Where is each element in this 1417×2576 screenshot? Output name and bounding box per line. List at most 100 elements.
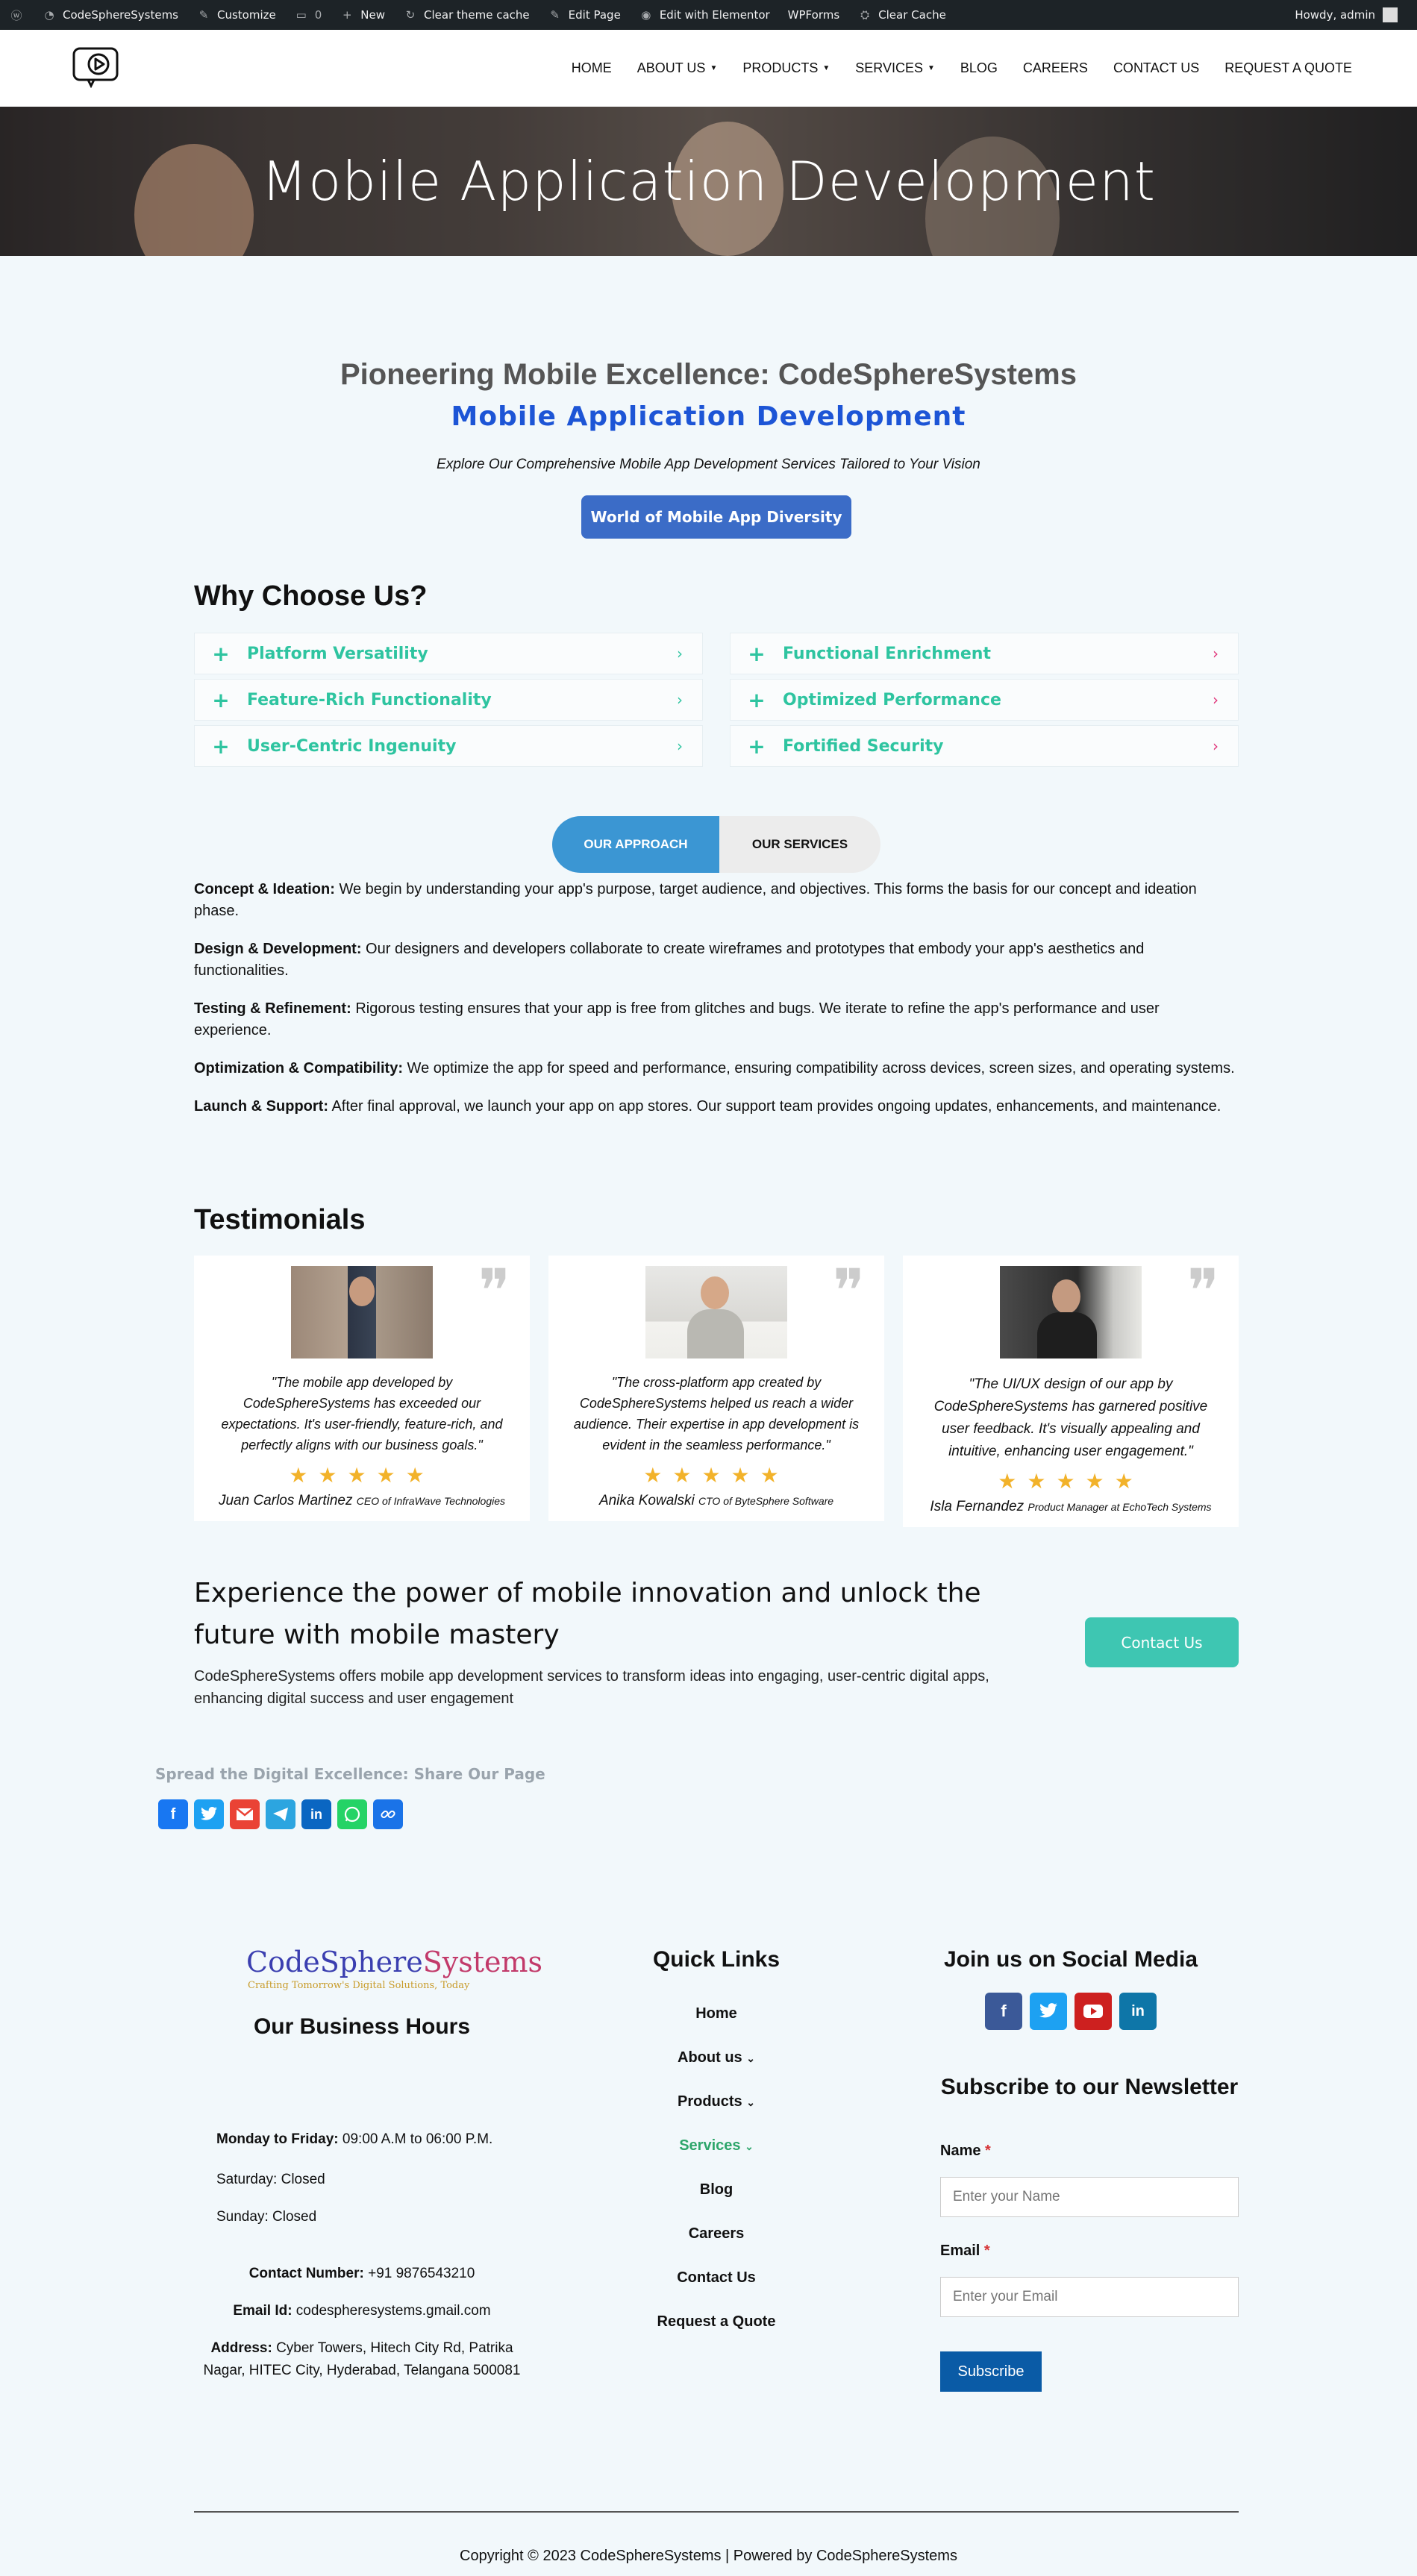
approach-item-title: Launch & Support: [194,1098,328,1115]
star-rating: ★★★★★ [998,1470,1144,1493]
nav-blog-label: BLOG [960,60,998,75]
nav-services-label: SERVICES [855,60,923,75]
nav-quote[interactable]: REQUEST A QUOTE [1212,60,1365,76]
newsletter-name-input[interactable] [940,2177,1239,2217]
facebook-icon[interactable]: f [985,1993,1022,2030]
plus-icon: + [748,687,766,712]
quick-link-careers[interactable]: Careers [567,2225,866,2243]
testimonial-card: ❞ "The UI/UX design of our app by CodeSp… [903,1256,1239,1527]
newsletter-email-input[interactable] [940,2277,1239,2317]
mobile-diversity-button[interactable]: World of Mobile App Diversity [581,495,851,539]
nav-blog[interactable]: BLOG [948,60,1010,76]
wordpress-menu[interactable]: ⓦ [0,0,33,30]
quote-icon: ❞ [1186,1256,1219,1326]
youtube-icon[interactable] [1075,1993,1112,2030]
clear-cache-link[interactable]: ⛭ Clear Cache [848,0,955,30]
testimonial-author: Juan Carlos Martinez CEO of InfraWave Te… [194,1493,530,1509]
nav-products[interactable]: PRODUCTS ▼ [730,60,842,76]
avatar [1383,7,1398,22]
approach-item-title: Design & Development: [194,941,362,957]
accordion-label: Optimized Performance [783,690,1001,709]
quick-link-quote[interactable]: Request a Quote [567,2313,866,2331]
hero-banner: Mobile Application Development [0,107,1417,256]
quick-link-blog[interactable]: Blog [567,2181,866,2199]
linkedin-icon[interactable]: in [301,1799,331,1829]
approach-item-title: Concept & Ideation: [194,881,335,897]
quick-link-label: Home [695,2005,737,2022]
quick-link-home[interactable]: Home [567,2005,866,2022]
intro-subheading: Mobile Application Development [451,401,966,432]
business-hours-title: Our Business Hours [253,2014,471,2039]
logo-icon[interactable] [72,46,119,89]
nav-careers[interactable]: CAREERS [1010,60,1101,76]
name-label-text: Name [940,2143,981,2159]
site-header: HOME ABOUT US ▼ PRODUCTS ▼ SERVICES ▼ BLOG … [0,30,1417,107]
quick-link-label: About us [678,2049,742,2066]
approach-item-title: Testing & Refinement: [194,1000,351,1017]
chevron-right-icon: › [677,691,683,709]
elementor-link[interactable]: ◉ Edit with Elementor [630,0,779,30]
subscribe-button[interactable]: Subscribe [940,2351,1042,2392]
telegram-icon[interactable] [266,1799,295,1829]
why-title: Why Choose Us? [194,580,428,612]
customize-link[interactable]: ✎ Customize [187,0,285,30]
author-role: CEO of InfraWave Technologies [356,1495,506,1507]
footer-brand-logo[interactable]: CodeSphereSystems [246,1946,542,1978]
clear-theme-cache-link[interactable]: ↻ Clear theme cache [394,0,539,30]
wpforms-link[interactable]: WPForms [779,0,848,30]
gmail-icon[interactable] [230,1799,260,1829]
accordion-label: Functional Enrichment [783,644,991,663]
quote-icon: ❞ [478,1256,510,1326]
new-link[interactable]: + New [331,0,394,30]
address: Address: Cyber Towers, Hitech City Rd, P… [194,2337,530,2382]
quick-link-products[interactable]: Products ⌄ [567,2093,866,2110]
weekday-label: Monday to Friday: [216,2131,339,2147]
email-value: codespheresystems.gmail.com [292,2303,491,2319]
edit-page-link[interactable]: ✎ Edit Page [539,0,630,30]
twitter-icon[interactable] [194,1799,224,1829]
site-name-link[interactable]: ◔ CodeSphereSystems [33,0,187,30]
contact-us-button[interactable]: Contact Us [1085,1617,1239,1667]
accordion-feature-rich[interactable]: + Feature-Rich Functionality › [194,679,703,721]
cta-heading: Experience the power of mobile innovatio… [194,1578,981,1650]
accordion-optimized-performance[interactable]: + Optimized Performance › [730,679,1239,721]
quick-link-label: Blog [699,2181,733,2198]
accordion-platform-versatility[interactable]: + Platform Versatility › [194,633,703,674]
email-label: Email Id: [233,2303,293,2319]
quick-link-services[interactable]: Services ⌄ [567,2137,866,2154]
approach-item: Optimization & Compatibility: We optimiz… [194,1058,1239,1079]
nav-about[interactable]: ABOUT US ▼ [625,60,731,76]
tab-our-services[interactable]: OUR SERVICES [719,816,880,873]
linkedin-icon[interactable]: in [1119,1993,1157,2030]
approach-item: Concept & Ideation: We begin by understa… [194,879,1239,922]
accordion-fortified-security[interactable]: + Fortified Security › [730,725,1239,767]
my-account[interactable]: Howdy, admin [1295,7,1417,22]
nav-contact[interactable]: CONTACT US [1101,60,1212,76]
quick-link-about[interactable]: About us ⌄ [567,2049,866,2066]
facebook-icon[interactable]: f [158,1799,188,1829]
testimonial-photo [645,1266,787,1358]
twitter-icon[interactable] [1030,1993,1067,2030]
chevron-right-icon: › [677,737,683,755]
nav-home-label: HOME [571,60,612,75]
footer-divider [194,2511,1239,2513]
chevron-right-icon: › [677,645,683,662]
chevron-right-icon: › [1213,691,1219,709]
testimonial-author: Anika Kowalski CTO of ByteSphere Softwar… [548,1493,884,1509]
intro-heading: Pioneering Mobile Excellence: CodeSphere… [340,358,1077,391]
accordion-functional-enrichment[interactable]: + Functional Enrichment › [730,633,1239,674]
accordion-user-centric[interactable]: + User-Centric Ingenuity › [194,725,703,767]
approach-item-text: We optimize the app for speed and perfor… [403,1060,1235,1077]
tab-our-approach[interactable]: OUR APPROACH [552,816,719,873]
nav-services[interactable]: SERVICES ▼ [842,60,948,76]
nav-contact-label: CONTACT US [1113,60,1200,75]
site-name: CodeSphereSystems [63,8,178,22]
quick-link-contact[interactable]: Contact Us [567,2269,866,2287]
comment-icon: ▭ [295,8,307,22]
comments-link[interactable]: ▭ 0 [285,0,331,30]
whatsapp-icon[interactable] [337,1799,367,1829]
copy-link-icon[interactable] [373,1799,403,1829]
contact-label: Contact Number: [248,2266,364,2281]
contact-value: +91 9876543210 [363,2266,475,2281]
nav-home[interactable]: HOME [559,60,625,76]
